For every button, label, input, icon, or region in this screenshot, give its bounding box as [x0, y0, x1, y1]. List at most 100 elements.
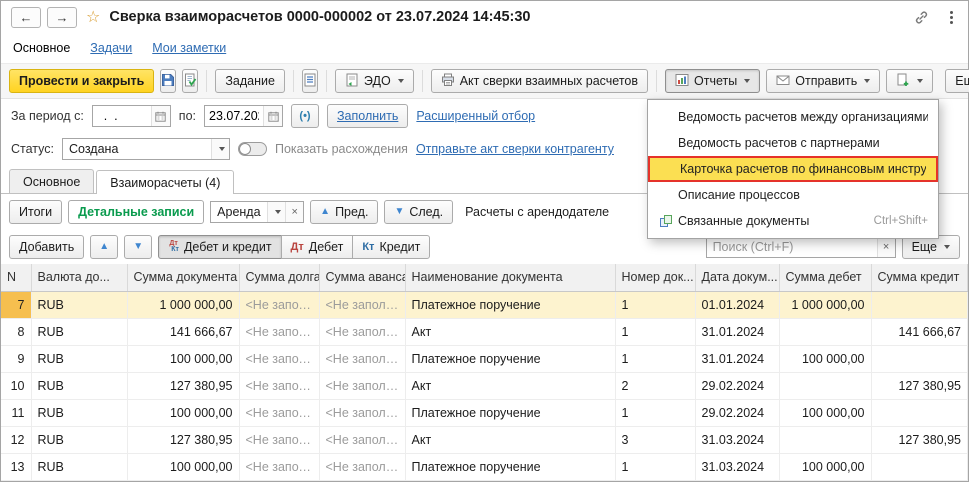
- favorite-star-icon[interactable]: ☆: [86, 7, 100, 27]
- column-header-number[interactable]: N: [1, 264, 32, 292]
- debit-button[interactable]: Дт Дебет: [280, 235, 354, 259]
- move-down-button[interactable]: ▼: [124, 235, 153, 259]
- create-based-on-button[interactable]: [886, 69, 934, 93]
- table-cell[interactable]: 1 000 000,00: [779, 291, 872, 319]
- row-number-cell[interactable]: 12: [1, 426, 32, 454]
- move-up-button[interactable]: ▲: [90, 235, 119, 259]
- contract-dropdown-icon[interactable]: [267, 202, 286, 222]
- table-cell[interactable]: <Не запол...: [239, 291, 320, 319]
- table-cell[interactable]: 127 380,95: [127, 426, 240, 454]
- table-row[interactable]: 8 RUB 141 666,67 <Не запол... <Не заполн... А…: [1, 318, 968, 346]
- save-button[interactable]: [160, 69, 177, 93]
- table-cell[interactable]: [779, 318, 872, 346]
- table-cell[interactable]: Платежное поручение: [405, 345, 616, 373]
- nav-tab-tasks[interactable]: Задачи: [90, 41, 132, 55]
- forward-button[interactable]: →: [47, 6, 77, 28]
- table-cell[interactable]: <Не заполн...: [319, 426, 406, 454]
- contract-clear-icon[interactable]: ×: [285, 202, 304, 222]
- table-cell[interactable]: 100 000,00: [779, 345, 872, 373]
- table-cell[interactable]: 1: [615, 399, 696, 427]
- table-cell[interactable]: Платежное поручение: [405, 291, 616, 319]
- table-cell[interactable]: <Не заполн...: [319, 399, 406, 427]
- table-cell[interactable]: 127 380,95: [127, 372, 240, 400]
- row-number-cell[interactable]: 10: [1, 372, 32, 400]
- table-cell[interactable]: [871, 399, 968, 427]
- tab-settlements[interactable]: Взаиморасчеты (4): [96, 170, 235, 194]
- table-cell[interactable]: 141 666,67: [871, 318, 968, 346]
- detailed-records-button[interactable]: Детальные записи: [68, 200, 205, 224]
- table-row[interactable]: 11 RUB 100 000,00 <Не запол... <Не заполн...…: [1, 399, 968, 427]
- table-cell[interactable]: <Не запол...: [239, 453, 320, 481]
- table-cell[interactable]: RUB: [31, 345, 128, 373]
- nav-tab-main[interactable]: Основное: [13, 41, 70, 55]
- credit-button[interactable]: Кт Кредит: [352, 235, 431, 259]
- table-cell[interactable]: RUB: [31, 372, 128, 400]
- table-cell[interactable]: <Не запол...: [239, 426, 320, 454]
- table-cell[interactable]: <Не запол...: [239, 318, 320, 346]
- status-select[interactable]: Создана: [62, 138, 230, 160]
- table-row[interactable]: 13 RUB 100 000,00 <Не запол... <Не заполн...…: [1, 453, 968, 481]
- copy-link-icon[interactable]: [914, 10, 929, 25]
- table-cell[interactable]: 100 000,00: [127, 453, 240, 481]
- column-header-debt-sum[interactable]: Сумма долга: [239, 264, 320, 292]
- table-cell[interactable]: 1: [615, 318, 696, 346]
- table-cell[interactable]: 1: [615, 453, 696, 481]
- reconciliation-act-button[interactable]: Акт сверки взаимных расчетов: [430, 69, 649, 93]
- menu-item-linked-documents[interactable]: Связанные документы Ctrl+Shift+: [648, 208, 938, 234]
- table-cell[interactable]: <Не запол...: [239, 372, 320, 400]
- column-header-currency[interactable]: Валюта до...: [31, 264, 128, 292]
- totals-button[interactable]: Итоги: [9, 200, 63, 224]
- tab-main[interactable]: Основное: [9, 169, 95, 193]
- table-cell[interactable]: 1 000 000,00: [127, 291, 240, 319]
- contract-combobox[interactable]: Аренда ×: [210, 201, 305, 223]
- table-cell[interactable]: 100 000,00: [127, 345, 240, 373]
- table-cell[interactable]: 100 000,00: [779, 399, 872, 427]
- menu-item-statement-organizations[interactable]: Ведомость расчетов между организациями: [648, 104, 938, 130]
- table-cell[interactable]: 31.01.2024: [695, 345, 780, 373]
- row-number-cell[interactable]: 7: [1, 291, 32, 319]
- table-cell[interactable]: <Не заполн...: [319, 318, 406, 346]
- menu-item-financial-instruments-card[interactable]: Карточка расчетов по финансовым инструме…: [648, 156, 938, 182]
- table-row[interactable]: 12 RUB 127 380,95 <Не запол... <Не заполн...…: [1, 426, 968, 454]
- table-cell[interactable]: 141 666,67: [127, 318, 240, 346]
- table-cell[interactable]: Акт: [405, 372, 616, 400]
- calendar-icon[interactable]: [263, 106, 282, 126]
- table-cell[interactable]: 29.02.2024: [695, 372, 780, 400]
- table-cell[interactable]: <Не заполн...: [319, 345, 406, 373]
- period-picker-button[interactable]: (•): [291, 104, 319, 128]
- fill-button[interactable]: Заполнить: [327, 104, 409, 128]
- send-dropdown-button[interactable]: Отправить: [766, 69, 881, 93]
- row-number-cell[interactable]: 8: [1, 318, 32, 346]
- table-cell[interactable]: 127 380,95: [871, 372, 968, 400]
- table-cell[interactable]: [779, 372, 872, 400]
- table-cell[interactable]: 01.01.2024: [695, 291, 780, 319]
- document-list-button[interactable]: [301, 69, 318, 93]
- column-header-doc-date[interactable]: Дата докум...: [695, 264, 780, 292]
- menu-item-statement-partners[interactable]: Ведомость расчетов с партнерами: [648, 130, 938, 156]
- add-button[interactable]: Добавить: [9, 235, 85, 259]
- calendar-icon[interactable]: [150, 106, 170, 126]
- column-header-credit-sum[interactable]: Сумма кредит: [871, 264, 968, 292]
- column-header-doc-sum[interactable]: Сумма документа: [127, 264, 240, 292]
- table-cell[interactable]: RUB: [31, 318, 128, 346]
- row-number-cell[interactable]: 13: [1, 453, 32, 481]
- column-header-advance-sum[interactable]: Сумма аванса: [319, 264, 406, 292]
- period-to-input[interactable]: [205, 109, 263, 123]
- table-cell[interactable]: RUB: [31, 291, 128, 319]
- row-number-cell[interactable]: 9: [1, 345, 32, 373]
- table-cell[interactable]: Платежное поручение: [405, 399, 616, 427]
- table-row[interactable]: 7 RUB 1 000 000,00 <Не запол... <Не заполн..…: [1, 291, 968, 319]
- table-cell[interactable]: 127 380,95: [871, 426, 968, 454]
- table-cell[interactable]: <Не запол...: [239, 345, 320, 373]
- send-act-link[interactable]: Отправьте акт сверки контрагенту: [416, 142, 614, 156]
- table-cell[interactable]: [871, 345, 968, 373]
- table-cell[interactable]: 3: [615, 426, 696, 454]
- search-input[interactable]: [706, 240, 877, 254]
- table-cell[interactable]: RUB: [31, 453, 128, 481]
- debit-and-credit-button[interactable]: Дт Кт Дебет и кредит: [158, 235, 282, 259]
- table-cell[interactable]: RUB: [31, 399, 128, 427]
- table-cell[interactable]: Акт: [405, 318, 616, 346]
- window-more-icon[interactable]: [945, 9, 958, 26]
- menu-item-process-description[interactable]: Описание процессов: [648, 182, 938, 208]
- search-clear-icon[interactable]: ×: [876, 237, 895, 257]
